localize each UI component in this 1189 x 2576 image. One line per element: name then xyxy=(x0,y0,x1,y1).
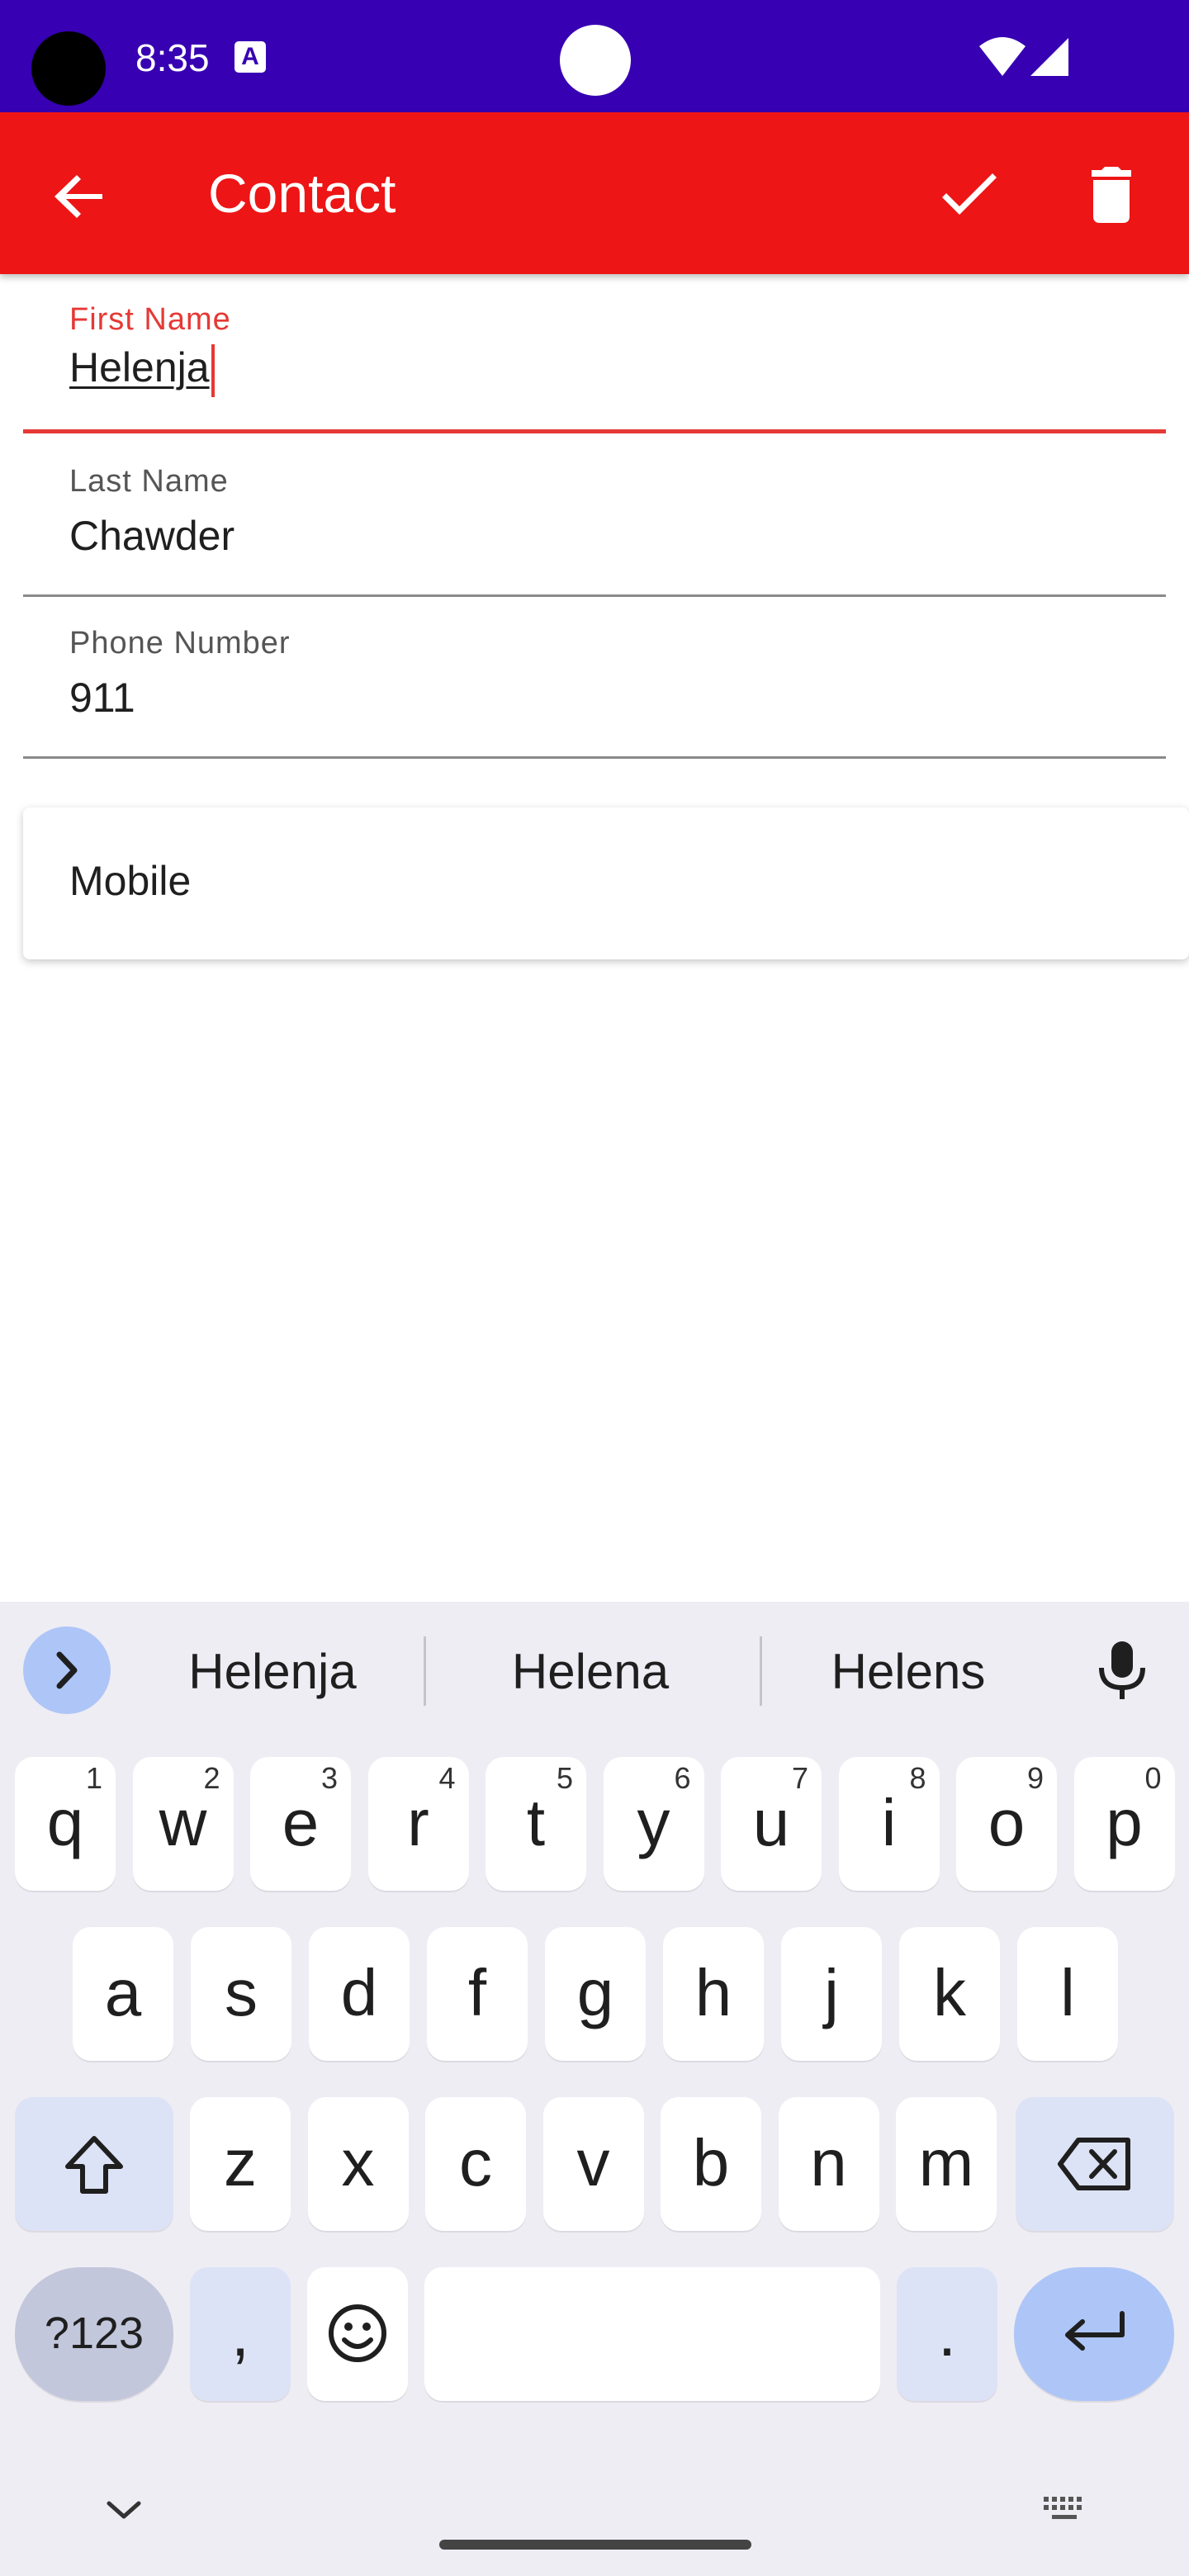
key-o[interactable]: o9 xyxy=(956,1757,1057,1891)
signal-icon xyxy=(1030,38,1068,76)
key-c[interactable]: c xyxy=(425,2097,526,2231)
key-n[interactable]: n xyxy=(778,2097,879,2231)
key-number-hint: 7 xyxy=(791,1761,808,1795)
backspace-icon xyxy=(1058,2138,1130,2190)
backspace-key[interactable] xyxy=(1016,2097,1174,2231)
key-i[interactable]: i8 xyxy=(838,1757,940,1891)
key-number-hint: 1 xyxy=(85,1761,102,1795)
key-letter: p xyxy=(1106,1786,1143,1859)
key-m[interactable]: m xyxy=(896,2097,997,2231)
wifi-icon xyxy=(979,37,1026,76)
hide-keyboard-chevron-icon[interactable] xyxy=(102,2495,145,2525)
first-name-underline xyxy=(23,429,1166,433)
soft-keyboard: Helenja Helena Helens q1w2e3r4t5y6u7i8o9… xyxy=(0,1602,1189,2576)
page-title: Contact xyxy=(208,163,396,224)
key-h[interactable]: h xyxy=(663,1927,764,2061)
suggestion-divider xyxy=(760,1636,762,1706)
key-z[interactable]: z xyxy=(190,2097,291,2231)
keyboard-notification-icon: A xyxy=(234,41,266,73)
first-name-label: First Name xyxy=(69,302,231,337)
chevron-right-icon xyxy=(56,1651,78,1689)
key-x[interactable]: x xyxy=(307,2097,409,2231)
emoji-icon xyxy=(329,2304,386,2362)
key-number-hint: 4 xyxy=(438,1761,456,1795)
first-name-field[interactable]: First Name Helenja xyxy=(23,274,1166,436)
key-f[interactable]: f xyxy=(427,1927,528,2061)
key-k[interactable]: k xyxy=(899,1927,1000,2061)
home-gesture-bar[interactable] xyxy=(439,2540,751,2550)
key-letter: e xyxy=(282,1786,320,1859)
last-name-value[interactable]: Chawder xyxy=(69,512,234,560)
key-number-hint: 0 xyxy=(1144,1761,1162,1795)
microphone-icon[interactable] xyxy=(1095,1638,1149,1704)
key-number-hint: 9 xyxy=(1026,1761,1044,1795)
key-letter: i xyxy=(881,1786,897,1859)
delete-trash-icon[interactable] xyxy=(1078,162,1144,228)
key-q[interactable]: q1 xyxy=(15,1757,116,1891)
last-name-label: Last Name xyxy=(69,464,229,499)
key-letter: o xyxy=(988,1786,1026,1859)
back-arrow-icon[interactable] xyxy=(48,163,114,230)
key-letter: y xyxy=(637,1786,670,1859)
key-l[interactable]: l xyxy=(1017,1927,1118,2061)
save-check-icon[interactable] xyxy=(936,162,1002,228)
phone-type-selector[interactable]: Mobile xyxy=(23,807,1189,959)
key-letter: t xyxy=(526,1786,546,1859)
last-name-underline xyxy=(23,594,1166,597)
comma-key[interactable]: , xyxy=(190,2267,291,2401)
key-t[interactable]: t5 xyxy=(486,1757,586,1891)
key-r[interactable]: r4 xyxy=(367,1757,469,1891)
status-bar: 8:35 A xyxy=(0,0,1189,112)
suggestion-divider xyxy=(424,1636,426,1706)
key-b[interactable]: b xyxy=(661,2097,761,2231)
last-name-field[interactable]: Last Name Chawder xyxy=(23,436,1166,598)
suggestion-3[interactable]: Helens xyxy=(776,1643,1040,1700)
key-letter: q xyxy=(46,1786,84,1859)
key-s[interactable]: s xyxy=(191,1927,291,2061)
phone-type-value: Mobile xyxy=(69,858,192,904)
key-number-hint: 3 xyxy=(320,1761,338,1795)
notification-dot-icon xyxy=(560,25,631,96)
first-name-text: Helenja xyxy=(69,344,210,391)
key-letter: r xyxy=(407,1786,429,1859)
key-letter: u xyxy=(752,1786,790,1859)
phone-number-value[interactable]: 911 xyxy=(69,674,135,722)
keyboard-switcher-icon[interactable] xyxy=(1042,2493,1088,2526)
key-number-hint: 2 xyxy=(203,1761,220,1795)
phone-number-underline xyxy=(23,756,1166,759)
period-key[interactable]: . xyxy=(897,2267,997,2401)
key-letter: w xyxy=(159,1786,207,1859)
key-d[interactable]: d xyxy=(309,1927,410,2061)
enter-arrow-icon xyxy=(1065,2311,1125,2351)
shift-arrow-icon xyxy=(65,2136,123,2194)
key-w[interactable]: w2 xyxy=(132,1757,234,1891)
key-g[interactable]: g xyxy=(545,1927,646,2061)
key-j[interactable]: j xyxy=(781,1927,882,2061)
phone-number-label: Phone Number xyxy=(69,626,291,661)
phone-number-field[interactable]: Phone Number 911 xyxy=(23,598,1166,760)
shift-key[interactable] xyxy=(15,2097,173,2231)
enter-key[interactable] xyxy=(1014,2267,1174,2401)
key-e[interactable]: e3 xyxy=(250,1757,351,1891)
space-key[interactable] xyxy=(424,2267,880,2401)
key-number-hint: 8 xyxy=(909,1761,926,1795)
key-v[interactable]: v xyxy=(542,2097,644,2231)
expand-toolbar-button[interactable] xyxy=(23,1627,111,1714)
key-u[interactable]: u7 xyxy=(721,1757,822,1891)
camera-cutout xyxy=(31,31,106,106)
key-y[interactable]: y6 xyxy=(603,1757,704,1891)
app-bar: Contact xyxy=(0,112,1189,274)
key-p[interactable]: p0 xyxy=(1073,1757,1175,1891)
status-time: 8:35 xyxy=(135,36,210,79)
emoji-key[interactable] xyxy=(307,2267,408,2401)
suggestion-1[interactable]: Helenja xyxy=(140,1643,405,1700)
text-cursor xyxy=(211,343,215,397)
first-name-value[interactable]: Helenja xyxy=(69,343,215,397)
suggestion-2[interactable]: Helena xyxy=(458,1643,722,1700)
symbols-key[interactable]: ?123 xyxy=(15,2267,173,2401)
key-number-hint: 6 xyxy=(674,1761,691,1795)
key-a[interactable]: a xyxy=(73,1927,173,2061)
key-number-hint: 5 xyxy=(556,1761,573,1795)
